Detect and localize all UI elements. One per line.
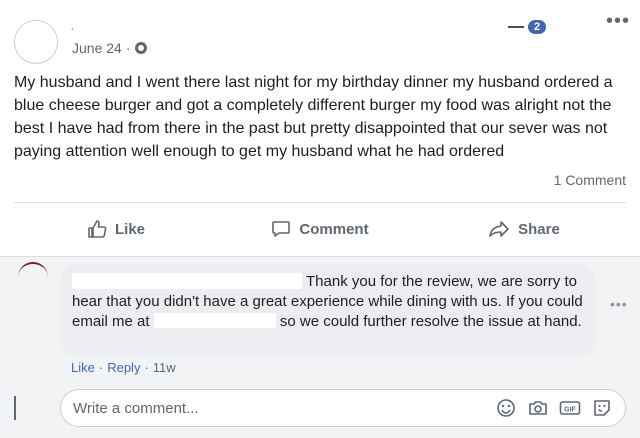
like-label: Like: [114, 220, 145, 238]
notification-indicator[interactable]: 2: [508, 20, 547, 34]
reply-bubble: Thank you for the review, we are sorry t…: [60, 264, 596, 356]
reply-like-link[interactable]: Like: [71, 360, 95, 375]
replier-avatar[interactable]: [18, 262, 48, 292]
reply-meta: Like · Reply · 11w: [71, 360, 176, 375]
reply-time[interactable]: 11w: [153, 360, 176, 375]
globe-icon[interactable]: [134, 42, 147, 54]
emoji-icon[interactable]: [495, 397, 517, 419]
post-date[interactable]: June 24: [72, 40, 122, 56]
author-name[interactable]: ·: [70, 20, 75, 36]
share-arrow-icon: [489, 221, 509, 237]
action-bar: Like Comment Share: [14, 212, 626, 246]
sticker-icon[interactable]: [591, 397, 613, 419]
divider: [14, 202, 626, 203]
meta-separator: ·: [98, 360, 104, 375]
meta-separator: ·: [125, 40, 131, 56]
comment-input[interactable]: [73, 399, 495, 417]
minus-icon: [508, 26, 524, 28]
more-options-icon[interactable]: •••: [606, 10, 630, 33]
redacted-name: [72, 273, 302, 289]
notification-badge: 2: [528, 20, 547, 34]
comment-button[interactable]: Comment: [218, 212, 422, 246]
camera-icon[interactable]: [527, 397, 549, 419]
share-button[interactable]: Share: [422, 212, 626, 246]
author-avatar[interactable]: [14, 20, 58, 64]
reply-link[interactable]: Reply: [107, 360, 140, 375]
comment-icon: [272, 221, 291, 237]
comment-count-link[interactable]: 1 Comment: [554, 172, 626, 188]
gif-icon[interactable]: GIF: [559, 397, 581, 419]
thumbs-up-icon: [88, 220, 107, 238]
reply-more-icon[interactable]: •••: [610, 296, 628, 312]
comment-composer: GIF: [60, 389, 626, 427]
share-label: Share: [518, 220, 560, 238]
meta-separator: ·: [144, 360, 149, 375]
like-button[interactable]: Like: [14, 212, 218, 246]
composer-tools: GIF: [495, 397, 613, 419]
comment-label: Comment: [299, 220, 369, 238]
composer-avatar: [14, 396, 16, 420]
reply-text-part2: so we could further resolve the issue at…: [279, 313, 582, 330]
svg-text:GIF: GIF: [564, 407, 576, 414]
post-meta: June 24 ·: [72, 40, 147, 56]
redacted-email: [153, 313, 276, 328]
post-card: · June 24 · 2 ••• My husband and I went …: [0, 0, 640, 438]
post-text: My husband and I went there last night f…: [14, 74, 613, 160]
